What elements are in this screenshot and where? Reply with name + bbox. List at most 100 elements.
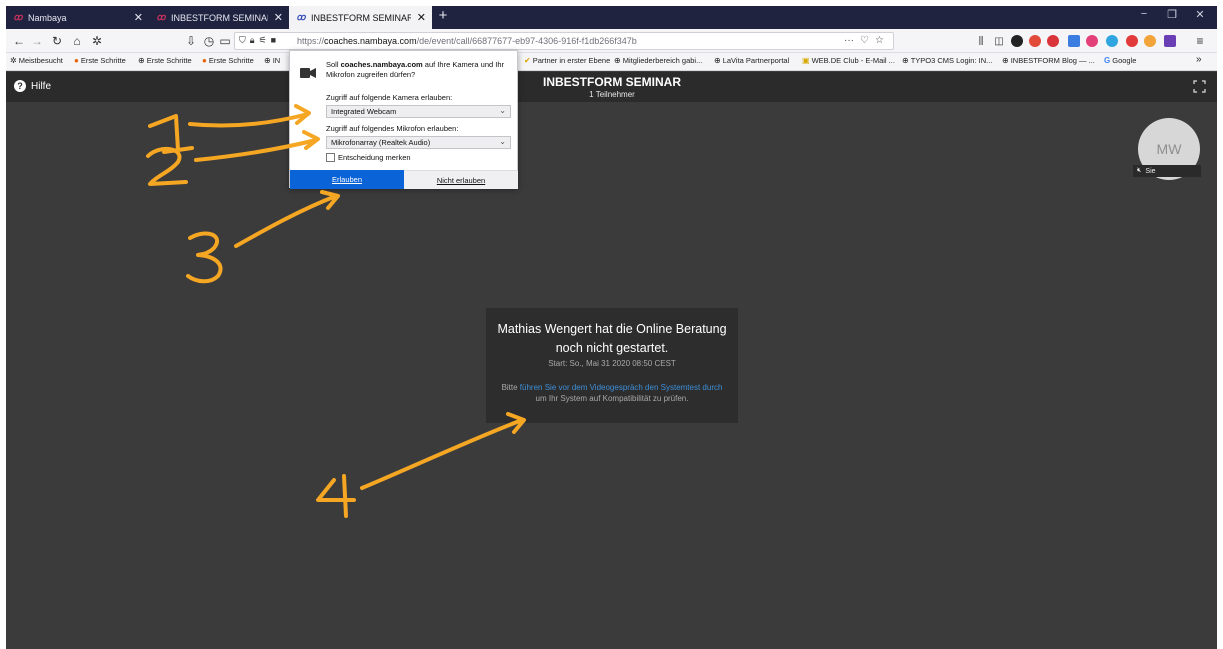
sync-button[interactable]: ▭: [216, 32, 234, 50]
microphone-select[interactable]: Mikrofonarray (Realtek Audio) ⌄: [326, 136, 511, 149]
extension-tomato-icon[interactable]: [1126, 35, 1138, 47]
chevron-down-icon: ⌄: [499, 137, 506, 146]
close-window-button[interactable]: ✕: [1190, 8, 1210, 21]
deny-button[interactable]: Nicht erlauben: [404, 170, 518, 189]
navigation-bar: ← → ↻ ⌂ ✲ ⇩ ◷ ▭ https://coaches.nambaya.…: [6, 29, 1217, 53]
self-label: Sie: [1145, 167, 1156, 175]
url-actions: ··· ♡ ☆: [844, 35, 884, 46]
url-status-icons: ⛉ 🔒︎ ⚟ ■: [239, 35, 276, 46]
system-test-note: Bitte führen Sie vor dem Videogespräch d…: [498, 382, 726, 404]
download-button[interactable]: ⇩: [182, 32, 200, 50]
bookmark-label: LaVita Partnerportal: [722, 56, 790, 65]
tab-title: INBESTFORM SEMINAR | group: [171, 12, 268, 23]
permissions-icon[interactable]: ⚟: [259, 35, 267, 46]
home-button[interactable]: ⌂: [68, 32, 86, 50]
checkbox-box[interactable]: [326, 153, 335, 162]
browser-window: ꝏ Nambaya ✕ ꝏ INBESTFORM SEMINAR | group…: [6, 6, 1217, 649]
extension-purple-icon[interactable]: [1164, 35, 1176, 47]
extension-button[interactable]: ✲: [88, 32, 106, 50]
remember-decision-checkbox[interactable]: Entscheidung merken: [326, 153, 411, 162]
bookmark-label: Erste Schritte: [146, 56, 192, 65]
self-video-label: 🔇︎ Sie: [1133, 165, 1201, 177]
participant-count: 1 Teilnehmer: [589, 90, 635, 99]
tab-nambaya[interactable]: ꝏ Nambaya ✕: [6, 6, 149, 29]
question-text: Soll: [326, 60, 341, 69]
bookmark-label: INBESTFORM Blog — ...: [1010, 56, 1095, 65]
session-status-message: Mathias Wengert hat die Online Beratung …: [492, 320, 732, 358]
tab-title: INBESTFORM SEMINAR | group: [311, 12, 411, 23]
extension-cloud-icon[interactable]: [1106, 35, 1118, 47]
lock-icon[interactable]: 🔒︎: [250, 35, 255, 46]
camera-select[interactable]: Integrated Webcam ⌄: [326, 105, 511, 118]
extension-pink-icon[interactable]: [1086, 35, 1098, 47]
bookmark-item[interactable]: ⊕ IN: [264, 56, 280, 65]
extension-dark-icon[interactable]: [1011, 35, 1023, 47]
maximize-button[interactable]: ❐: [1162, 8, 1182, 21]
bookmark-item[interactable]: ⊕ Mitgliederbereich gabi...: [614, 56, 702, 65]
bookmark-item[interactable]: ✲ Meistbesucht: [10, 56, 63, 65]
remember-label: Entscheidung merken: [338, 153, 411, 162]
clock-icon: ◷: [203, 34, 215, 48]
extension-blue-icon[interactable]: [1068, 35, 1080, 47]
tab-strip: ꝏ Nambaya ✕ ꝏ INBESTFORM SEMINAR | group…: [6, 6, 1217, 29]
reload-button[interactable]: ↻: [48, 32, 66, 50]
tab-inbestform-2[interactable]: ꝏ INBESTFORM SEMINAR | group ✕: [289, 6, 432, 29]
allow-button[interactable]: Erlauben: [290, 170, 404, 189]
help-button[interactable]: ? Hilfe: [14, 80, 51, 92]
url-bar[interactable]: https://coaches.nambaya.com/de/event/cal…: [234, 32, 894, 50]
sidebar-icon: ◫: [994, 35, 1004, 47]
sidebar-button[interactable]: ◫: [990, 32, 1008, 50]
bookmark-label: Google: [1112, 56, 1137, 65]
bookmark-item[interactable]: ▣ WEB.DE Club - E-Mail ...: [802, 56, 895, 65]
star-icon[interactable]: ☆: [875, 35, 884, 46]
bookmark-label: IN: [272, 56, 281, 65]
bookmark-item[interactable]: ✔ Partner in erster Ebene: [524, 56, 610, 65]
back-button[interactable]: ←: [10, 32, 28, 50]
pocket-icon[interactable]: ♡: [860, 35, 869, 46]
bookmark-item[interactable]: G Google: [1104, 56, 1136, 65]
shield-icon[interactable]: ⛉: [239, 35, 246, 46]
chevron-down-icon: ⌄: [499, 106, 506, 115]
firefox-icon: ●: [202, 56, 207, 65]
fullscreen-icon[interactable]: [1193, 80, 1206, 93]
gear-icon: ✲: [10, 56, 17, 65]
download-icon: ⇩: [185, 34, 197, 48]
camera-label: Zugriff auf folgende Kamera erlauben:: [326, 93, 453, 102]
bookmark-item[interactable]: ● Erste Schritte: [202, 56, 254, 65]
page-header: ? Hilfe INBESTFORM SEMINAR 1 Teilnehmer: [6, 72, 1217, 102]
extension-red-icon[interactable]: [1029, 35, 1041, 47]
forward-button[interactable]: →: [28, 32, 46, 50]
close-icon[interactable]: ✕: [134, 11, 143, 24]
close-icon[interactable]: ✕: [417, 11, 426, 24]
extension-record-icon[interactable]: [1047, 35, 1059, 47]
bookmark-label: TYPO3 CMS Login: IN...: [910, 56, 993, 65]
nambaya-favicon-icon: ꝏ: [156, 12, 166, 22]
bookmark-label: Erste Schritte: [208, 56, 254, 65]
back-arrow-icon: ←: [13, 34, 25, 48]
close-icon[interactable]: ✕: [274, 11, 283, 24]
bookmark-item[interactable]: ⊕ TYPO3 CMS Login: IN...: [902, 56, 992, 65]
menu-button[interactable]: ≡: [1191, 32, 1209, 50]
note-text: Bitte: [501, 383, 520, 392]
url-prefix: https://: [297, 36, 325, 46]
hamburger-icon: ≡: [1196, 34, 1204, 48]
bookmark-item[interactable]: ⊕ INBESTFORM Blog — ...: [1002, 56, 1095, 65]
bookmark-item[interactable]: ● Erste Schritte: [74, 56, 126, 65]
mic-muted-icon: 🔇︎: [1137, 167, 1142, 174]
camera-select-value: Integrated Webcam: [331, 107, 397, 116]
new-tab-button[interactable]: +: [434, 7, 452, 24]
more-actions-icon[interactable]: ···: [844, 35, 854, 46]
bookmark-item[interactable]: ⊕ Erste Schritte: [138, 56, 192, 65]
system-test-link[interactable]: führen Sie vor dem Videogespräch den Sys…: [520, 383, 723, 392]
tab-inbestform-1[interactable]: ꝏ INBESTFORM SEMINAR | group ✕: [149, 6, 289, 29]
minimize-button[interactable]: −: [1134, 8, 1154, 20]
camera-icon[interactable]: ■: [271, 35, 276, 46]
library-button[interactable]: ⫼: [972, 32, 990, 50]
microphone-select-value: Mikrofonarray (Realtek Audio): [331, 138, 431, 147]
bookmark-label: WEB.DE Club - E-Mail ...: [811, 56, 895, 65]
permission-question: Soll coaches.nambaya.com auf Ihre Kamera…: [326, 60, 511, 79]
bookmark-item[interactable]: ⊕ LaVita Partnerportal: [714, 56, 789, 65]
extension-orange-icon[interactable]: [1144, 35, 1156, 47]
bookmarks-overflow-button[interactable]: »: [1196, 54, 1202, 65]
forward-arrow-icon: →: [31, 34, 43, 48]
